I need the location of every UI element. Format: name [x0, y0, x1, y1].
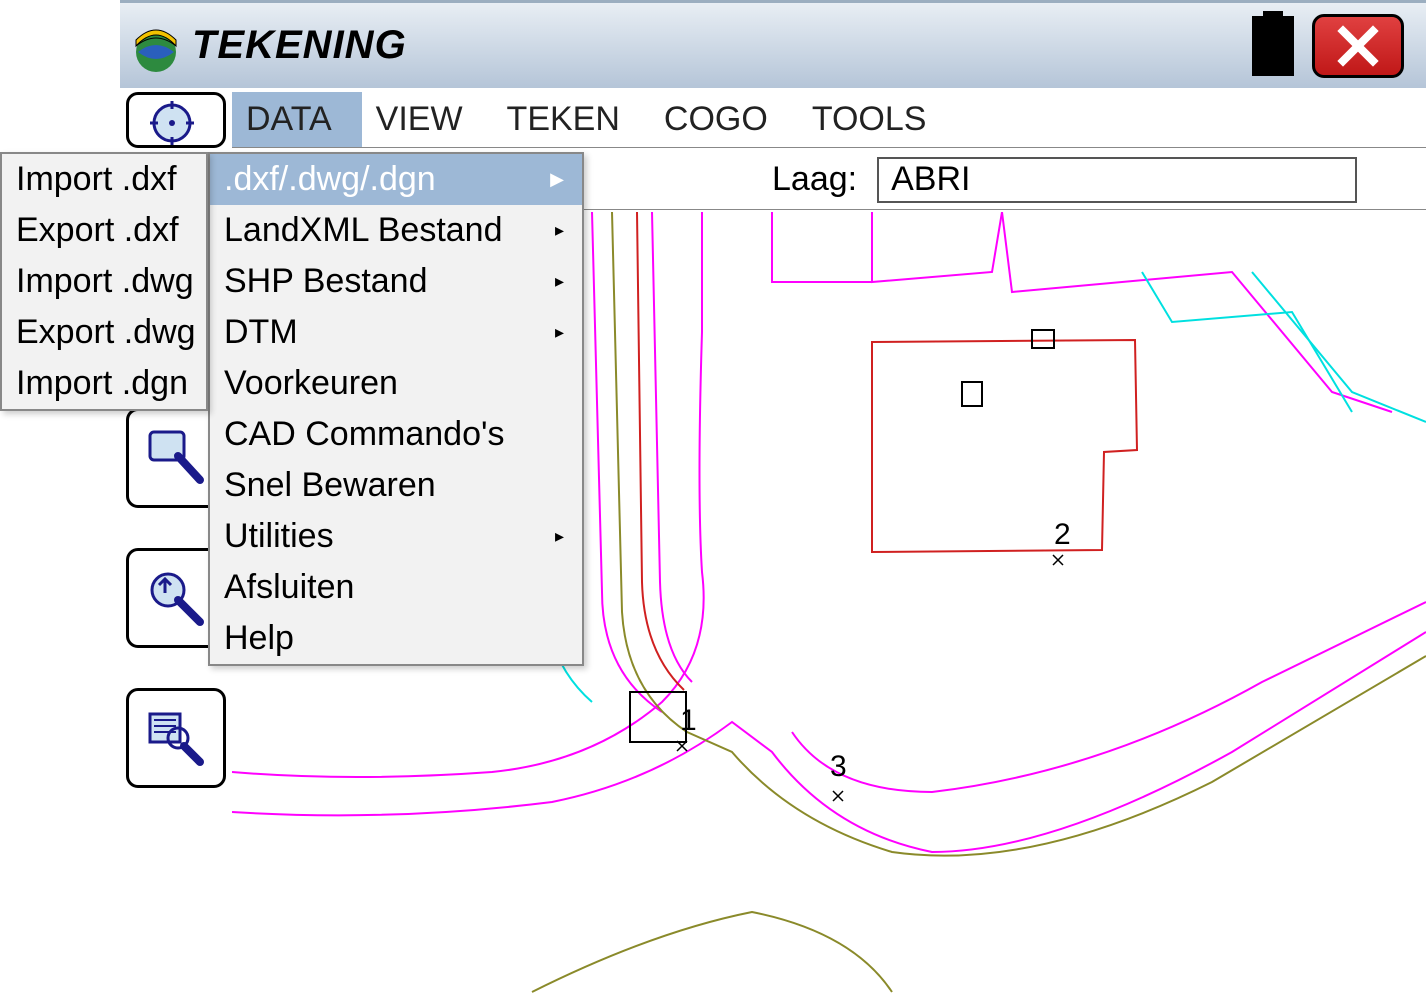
menu-data-voorkeuren[interactable]: Voorkeuren: [210, 358, 582, 409]
submenu-arrow-icon: ▸: [555, 220, 564, 241]
menu-data-dtm[interactable]: DTM ▸: [210, 307, 582, 358]
menu-data-help[interactable]: Help: [210, 613, 582, 664]
zoom-in-icon: [144, 566, 208, 630]
layer-label: Laag:: [772, 160, 857, 199]
menubar: DATA VIEW TEKEN COGO TOOLS: [232, 92, 1426, 148]
submenu-export-dwg[interactable]: Export .dwg: [2, 307, 206, 358]
layer-field[interactable]: ABRI: [877, 157, 1357, 203]
tool-zoom-layer[interactable]: [126, 688, 226, 788]
submenu-import-dgn[interactable]: Import .dgn: [2, 358, 206, 409]
point-label-2: 2: [1054, 518, 1071, 552]
menu-teken[interactable]: TEKEN: [493, 92, 650, 147]
menu-data-shp[interactable]: SHP Bestand ▸: [210, 256, 582, 307]
point-label-1: 1: [680, 704, 697, 738]
menu-data-utilities[interactable]: Utilities ▸: [210, 511, 582, 562]
submenu-export-dxf[interactable]: Export .dxf: [2, 205, 206, 256]
submenu-arrow-icon: ▶: [550, 169, 564, 190]
menu-view[interactable]: VIEW: [362, 92, 493, 147]
submenu-arrow-icon: ▸: [555, 271, 564, 292]
layer-value: ABRI: [891, 160, 970, 199]
close-icon: [1337, 25, 1379, 67]
menu-cogo[interactable]: COGO: [650, 92, 798, 147]
submenu-import-dwg[interactable]: Import .dwg: [2, 256, 206, 307]
menu-data[interactable]: DATA: [232, 92, 362, 147]
app-title: TEKENING: [192, 23, 407, 68]
titlebar: TEKENING: [120, 0, 1426, 88]
app-logo-icon: [128, 18, 184, 74]
menu-data-dxfdwgdgn[interactable]: .dxf/.dwg/.dgn ▶: [210, 154, 582, 205]
submenu-import-dxf[interactable]: Import .dxf: [2, 154, 206, 205]
battery-icon: [1252, 16, 1294, 76]
zoom-layer-icon: [144, 706, 208, 770]
submenu-arrow-icon: ▸: [555, 322, 564, 343]
zoom-extents-icon: [144, 95, 208, 148]
menu-tools[interactable]: TOOLS: [798, 92, 957, 147]
close-button[interactable]: [1312, 14, 1404, 78]
menu-file-submenu: Import .dxf Export .dxf Import .dwg Expo…: [0, 152, 208, 411]
menu-data-dropdown: .dxf/.dwg/.dgn ▶ LandXML Bestand ▸ SHP B…: [208, 152, 584, 666]
menu-data-cadcommandos[interactable]: CAD Commando's: [210, 409, 582, 460]
point-label-3: 3: [830, 750, 847, 784]
menu-data-afsluiten[interactable]: Afsluiten: [210, 562, 582, 613]
menu-data-snelbewaren[interactable]: Snel Bewaren: [210, 460, 582, 511]
submenu-arrow-icon: ▸: [555, 526, 564, 547]
zoom-window-icon: [144, 426, 208, 490]
menu-data-landxml[interactable]: LandXML Bestand ▸: [210, 205, 582, 256]
tool-zoom-extents[interactable]: [126, 92, 226, 148]
